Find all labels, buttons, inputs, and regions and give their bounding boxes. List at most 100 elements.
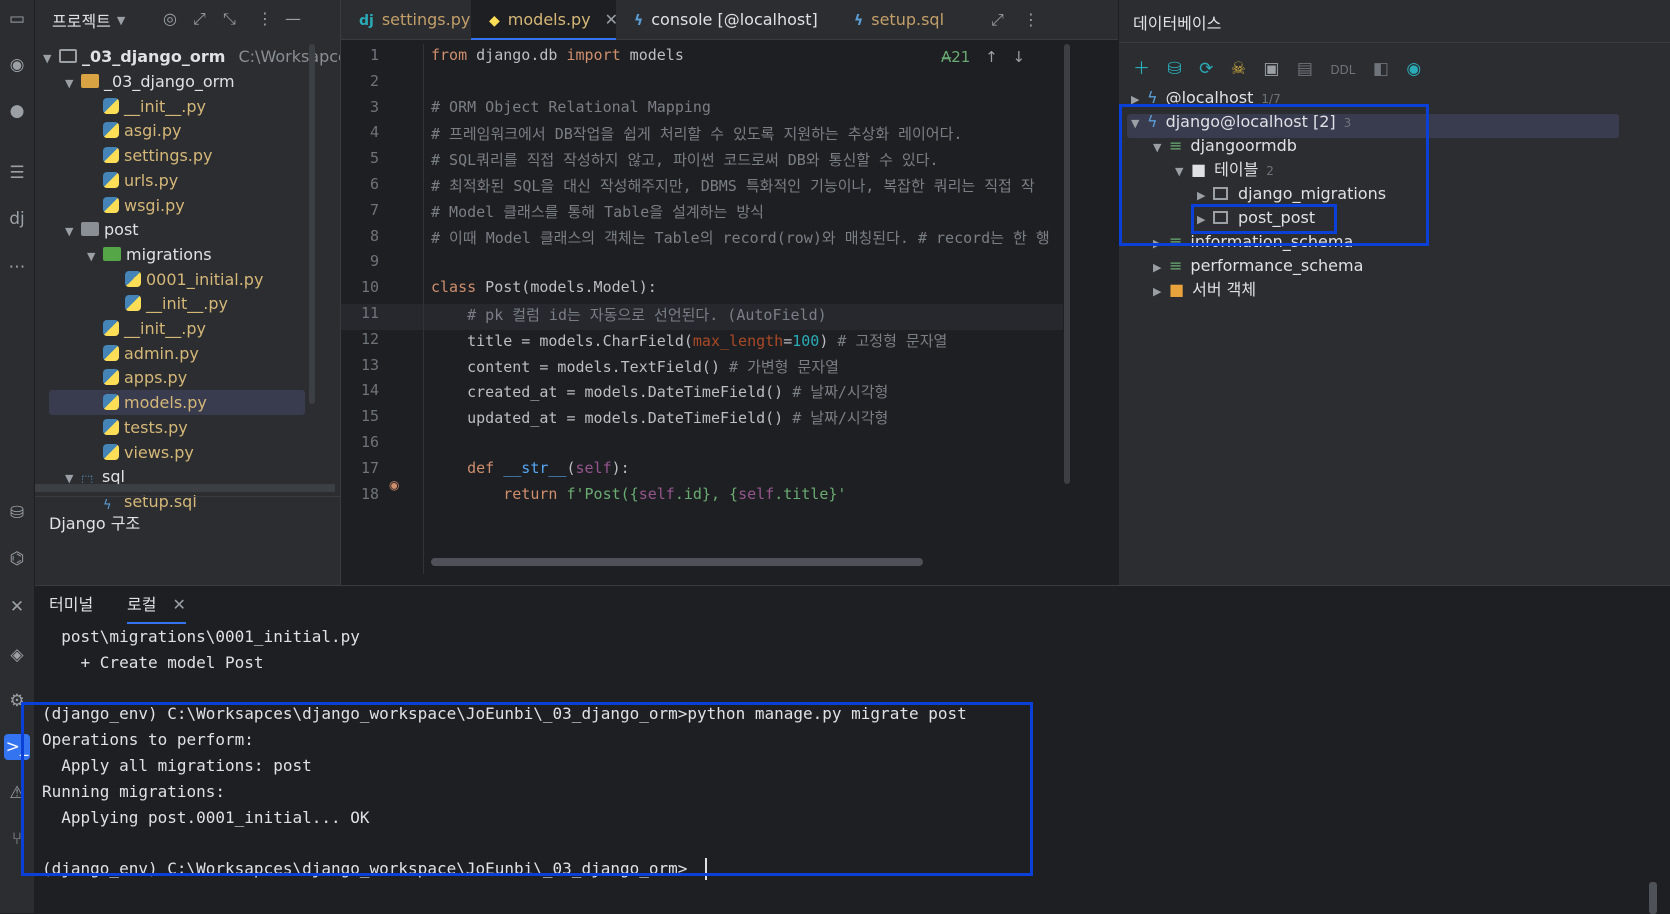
folder-icon	[81, 74, 99, 88]
database-toolbar: ＋ ⛁ ⟳ ☠ ▣ ▤ DDL ◧ ◉	[1133, 54, 1421, 79]
chevron-down-icon: ▼	[87, 249, 96, 263]
python-file-icon	[103, 320, 119, 336]
tree-item[interactable]: __init__.py	[87, 94, 206, 119]
github-icon[interactable]: ●	[4, 98, 30, 124]
code-line-8[interactable]: # 이때 Model 클래스의 객체는 Table의 record(row)와 …	[431, 227, 1050, 248]
code-line-17[interactable]: def __str__(self):	[431, 459, 630, 477]
tree-item-label: models.py	[124, 393, 207, 413]
code-line-6[interactable]: # 최적화된 SQL을 대신 작성해주지만, DBMS 특화적인 기능이나, 복…	[431, 175, 1035, 196]
tab-1[interactable]: dj settings.py	[341, 0, 471, 40]
project-view-icon[interactable]: ▭	[4, 6, 30, 32]
tree-item-label: __init__.py	[124, 96, 207, 116]
code-token: # 가변형 문자열	[729, 357, 839, 376]
commit-icon[interactable]: ◉	[4, 52, 30, 78]
vertical-scrollbar[interactable]	[309, 44, 315, 404]
layers-icon[interactable]: ◈	[4, 642, 30, 668]
python-console-icon[interactable]: ⌬	[4, 546, 30, 572]
tree-item[interactable]: apps.py	[87, 365, 187, 390]
collapse-icon[interactable]: ⤡	[223, 9, 236, 29]
sql-icon: ϟ	[854, 13, 864, 29]
tree-item-label: _03_django_orm	[104, 72, 235, 91]
code-line-1[interactable]: from django.db import models	[431, 46, 684, 64]
minimize-icon[interactable]: —	[285, 9, 301, 28]
code-token: self	[638, 484, 675, 503]
close-icon[interactable]: ✕	[172, 595, 185, 614]
database-title: 데이터베이스	[1133, 14, 1222, 33]
vertical-scrollbar[interactable]	[1064, 44, 1070, 484]
tree-item[interactable]: settings.py	[87, 143, 213, 168]
code-line-13[interactable]: content = models.TextField() # 가변형 문자열	[431, 356, 839, 377]
excel-icon[interactable]: ✕	[4, 594, 30, 620]
root-path: C:\Worksapces	[238, 47, 357, 66]
folder-icon	[59, 49, 77, 63]
tree-item[interactable]: ▼ _03_django_orm	[65, 69, 235, 94]
tree-item-selected[interactable]: models.py	[49, 390, 305, 416]
tree-item[interactable]: tests.py	[87, 415, 188, 440]
refresh-icon[interactable]: ⟳	[1199, 59, 1213, 79]
tree-item[interactable]: ▼ migrations	[87, 242, 212, 267]
project-title[interactable]: 프로젝트	[52, 8, 111, 32]
tree-item[interactable]: __init__.py	[87, 316, 206, 341]
tree-item[interactable]: wsgi.py	[87, 193, 185, 218]
terminal-tab-label: 로컬	[127, 595, 157, 614]
code-area[interactable]: from django.db import models # ORM Object…	[341, 44, 1101, 574]
override-marker-icon[interactable]: ◉	[389, 478, 399, 492]
horizontal-scrollbar[interactable]	[431, 558, 923, 566]
horizontal-scrollbar[interactable]	[35, 484, 335, 492]
code-line-14[interactable]: created_at = models.DateTimeField() # 날짜…	[431, 381, 888, 402]
structure-icon[interactable]: ☰	[4, 160, 30, 186]
chevron-down-icon[interactable]: ▼	[117, 14, 125, 27]
tree-item-label: __init__.py	[146, 294, 229, 314]
code-token: (	[566, 458, 576, 477]
tab-2[interactable]: ◆ models.py ✕	[471, 0, 618, 40]
code-line-12[interactable]: title = models.CharField(max_length=100)…	[431, 330, 947, 351]
db-tree-item[interactable]: ▶ ≡ performance_schema	[1153, 253, 1363, 278]
tab-3[interactable]: ϟ console [@localhost]	[616, 0, 836, 40]
code-line-18[interactable]: return f'Post({self.id}, {self.title}'	[431, 485, 846, 503]
ddl-button[interactable]: DDL	[1330, 63, 1355, 77]
compare-icon[interactable]: ◧	[1373, 59, 1389, 79]
tree-item[interactable]: urls.py	[87, 168, 178, 193]
tree-item[interactable]: views.py	[87, 440, 194, 465]
python-file-icon	[103, 344, 119, 361]
terminal-tab[interactable]: 터미널	[49, 586, 93, 624]
tab-4[interactable]: ϟ setup.sql	[836, 0, 986, 40]
tree-item-label: settings.py	[124, 146, 213, 166]
code-line-5[interactable]: # SQL쿼리를 직접 작성하지 않고, 파이썬 코드로써 DB와 통신할 수 …	[431, 149, 939, 170]
code-line-3[interactable]: # ORM Object Relational Mapping	[431, 98, 711, 116]
code-line-10[interactable]: class Post(models.Model):	[431, 278, 657, 296]
code-line-11[interactable]: # pk 컬럼 id는 자동으로 선언된다. (AutoField)	[431, 304, 827, 325]
code-token: models	[620, 46, 684, 64]
console-icon: ϟ	[634, 13, 644, 29]
maximize-icon[interactable]: ⤢	[991, 10, 1004, 30]
django-structure-label[interactable]: Django 구조	[49, 510, 140, 534]
datasource-icon[interactable]: ⛁	[1167, 59, 1181, 79]
db-tree-item[interactable]: ▶ ■ 서버 객체	[1153, 277, 1256, 302]
skull-icon[interactable]: ☠	[1231, 59, 1246, 79]
vertical-scrollbar[interactable]	[1649, 882, 1657, 914]
tree-item[interactable]: admin.py	[87, 341, 199, 366]
target-icon[interactable]: ◎	[163, 9, 177, 28]
code-line-15[interactable]: updated_at = models.DateTimeField() # 날짜…	[431, 407, 888, 428]
chevron-right-icon[interactable]: ▶	[1153, 279, 1169, 304]
tree-item[interactable]: 0001_initial.py	[109, 267, 263, 292]
code-line-4[interactable]: # 프레임워크에서 DB작업을 쉽게 처리할 수 있도록 지원하는 추상화 레이…	[431, 123, 962, 144]
expand-icon[interactable]: ⤢	[193, 9, 206, 29]
tree-item[interactable]: ▼ post	[65, 217, 139, 242]
code-line-7[interactable]: # Model 클래스를 통해 Table을 설계하는 방식	[431, 201, 764, 222]
schema-icon[interactable]: ▤	[1297, 59, 1313, 79]
terminal-tab[interactable]: 로컬 ✕	[127, 586, 186, 624]
options-icon[interactable]: ⋮	[1023, 10, 1039, 29]
database-icon[interactable]: ⛁	[4, 500, 30, 526]
console-icon[interactable]: ▣	[1263, 59, 1279, 79]
tree-item[interactable]: asgi.py	[87, 118, 181, 143]
django-icon[interactable]: dj	[4, 206, 30, 232]
tree-item-label: urls.py	[124, 170, 179, 190]
eye-icon[interactable]: ◉	[1406, 59, 1421, 79]
add-icon[interactable]: ＋	[1133, 59, 1150, 79]
options-icon[interactable]: ⋮	[257, 9, 273, 28]
tree-item[interactable]: __init__.py	[109, 291, 228, 316]
code-token: updated_at = models.DateTimeField()	[431, 409, 793, 428]
more-icon[interactable]: ⋯	[4, 254, 30, 280]
